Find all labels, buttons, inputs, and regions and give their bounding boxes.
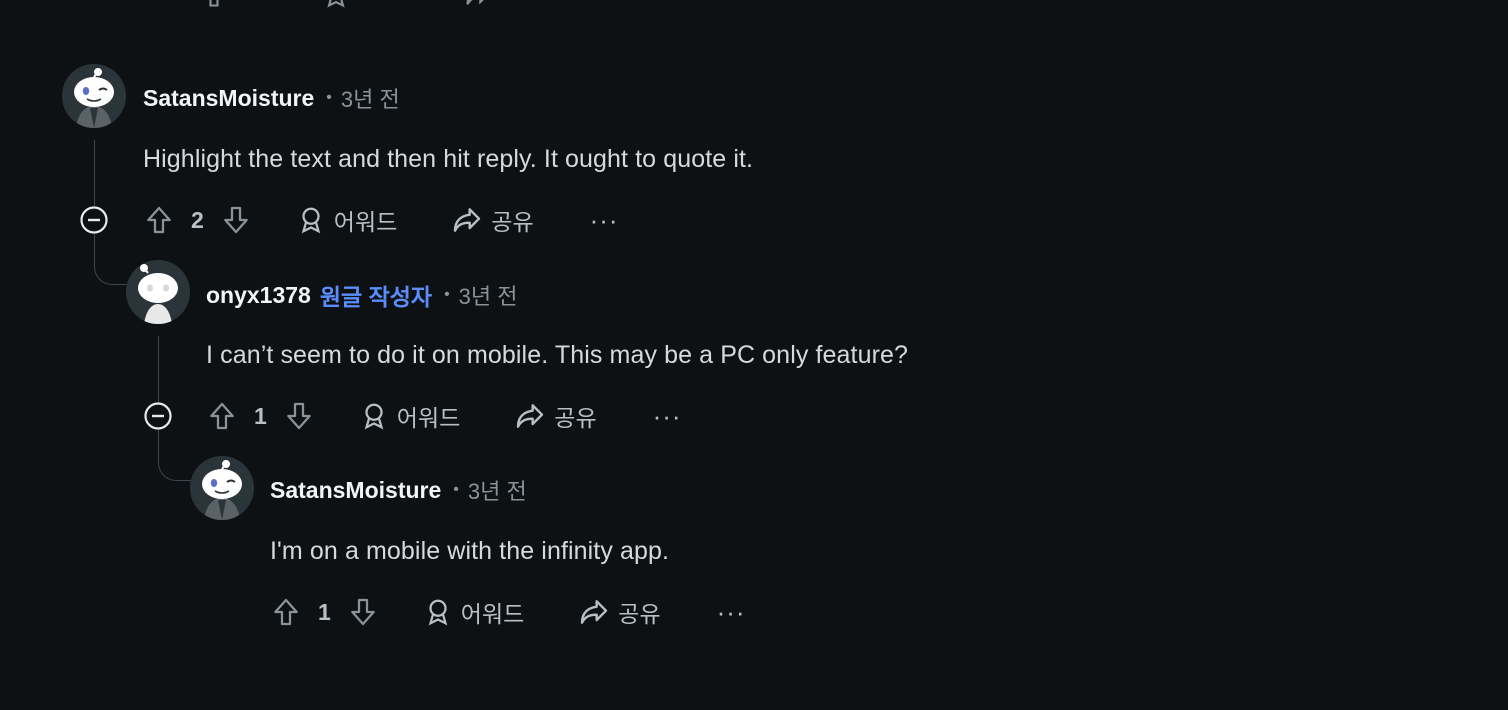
- award-button[interactable]: 어워드: [423, 595, 524, 629]
- comment-text: Highlight the text and then hit reply. I…: [143, 145, 754, 173]
- collapse-icon[interactable]: [144, 402, 172, 430]
- vote-count: 2: [191, 206, 204, 233]
- share-icon: [581, 600, 608, 624]
- avatar[interactable]: [126, 260, 190, 324]
- share-label: 공유: [618, 601, 661, 627]
- upvote-icon[interactable]: [270, 596, 302, 628]
- avatar[interactable]: [62, 64, 126, 128]
- share-button[interactable]: 공유: [578, 595, 661, 629]
- share-button[interactable]: 공유: [514, 399, 597, 433]
- award-icon: [301, 207, 321, 234]
- comment-actions: 1 어워드 공유 ···: [206, 396, 682, 436]
- award-icon: [428, 599, 448, 626]
- upvote-icon[interactable]: [200, 0, 228, 16]
- comment-thread: SatansMoisture • 3년 전 Highlight the text…: [0, 0, 1508, 710]
- comment-text: I'm on a mobile with the infinity app.: [270, 537, 670, 565]
- separator-dot: •: [444, 286, 450, 303]
- comment-actions: 1 어워드 공유 ···: [270, 592, 746, 632]
- separator-dot: •: [453, 481, 459, 498]
- collapse-icon[interactable]: [80, 206, 108, 234]
- award-label: 어워드: [460, 601, 525, 627]
- previous-comment-actions: [200, 0, 492, 10]
- separator-dot: •: [326, 89, 332, 106]
- downvote-icon[interactable]: [283, 400, 315, 432]
- comment-header: SatansMoisture • 3년 전: [143, 82, 400, 114]
- thread-line: [158, 336, 159, 402]
- comment-text: I can’t seem to do it on mobile. This ma…: [206, 341, 909, 369]
- more-options-button[interactable]: ···: [590, 205, 619, 236]
- timestamp[interactable]: 3년 전: [468, 474, 527, 506]
- comment-actions: 2 어워드 공유 ···: [143, 200, 619, 240]
- share-label: 공유: [554, 405, 597, 431]
- more-options-button[interactable]: ···: [653, 401, 682, 432]
- upvote-icon[interactable]: [143, 204, 175, 236]
- share-icon: [517, 404, 544, 428]
- username[interactable]: SatansMoisture: [143, 85, 314, 112]
- comment-header: onyx1378 원글 작성자 • 3년 전: [206, 278, 518, 312]
- share-icon: [454, 208, 481, 232]
- vote-count: 1: [254, 402, 267, 429]
- downvote-icon[interactable]: [220, 204, 252, 236]
- share-label: 공유: [491, 209, 534, 235]
- thread-connector: [94, 234, 129, 285]
- share-button[interactable]: 공유: [451, 203, 534, 237]
- comment-header: SatansMoisture • 3년 전: [270, 474, 527, 506]
- timestamp[interactable]: 3년 전: [459, 279, 518, 311]
- award-button[interactable]: 어워드: [296, 203, 397, 237]
- more-options-button[interactable]: ···: [717, 597, 746, 628]
- award-label: 어워드: [333, 209, 398, 235]
- downvote-icon[interactable]: [347, 596, 379, 628]
- op-badge: 원글 작성자: [319, 284, 433, 310]
- award-icon[interactable]: [322, 0, 350, 16]
- username[interactable]: SatansMoisture: [270, 477, 441, 504]
- upvote-icon[interactable]: [206, 400, 238, 432]
- award-button[interactable]: 어워드: [359, 399, 460, 433]
- avatar[interactable]: [190, 456, 254, 520]
- award-icon: [364, 403, 384, 430]
- vote-count: 1: [318, 598, 331, 625]
- thread-line: [94, 140, 95, 206]
- timestamp[interactable]: 3년 전: [341, 82, 400, 114]
- share-icon[interactable]: [464, 0, 492, 16]
- award-label: 어워드: [396, 405, 461, 431]
- thread-connector: [158, 430, 193, 481]
- username[interactable]: onyx1378: [206, 282, 311, 309]
